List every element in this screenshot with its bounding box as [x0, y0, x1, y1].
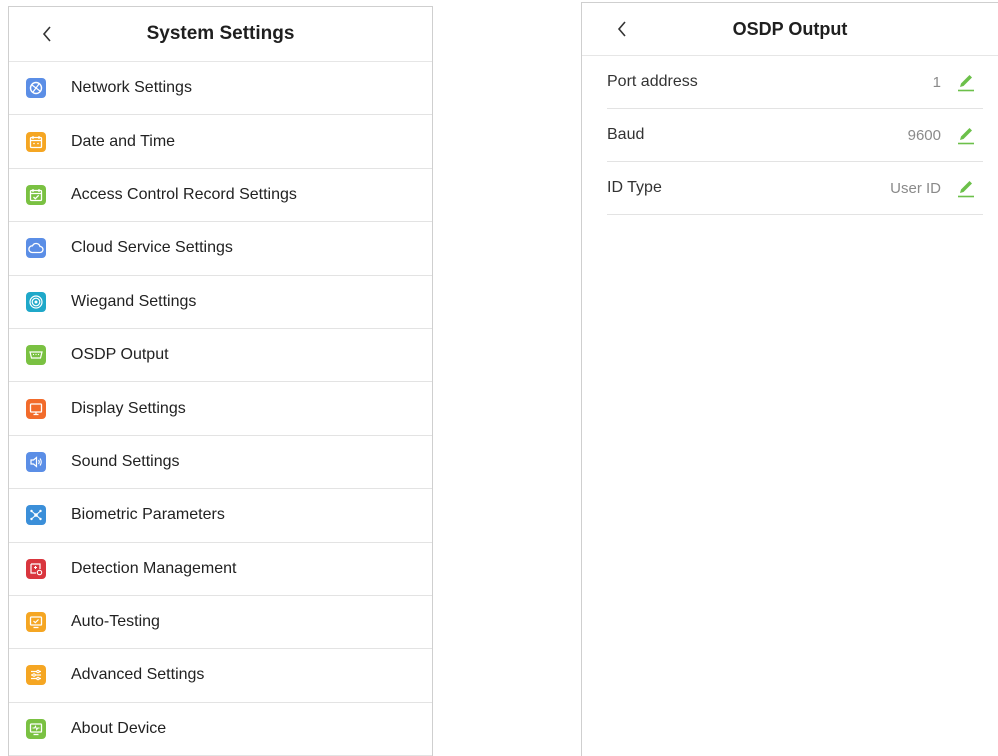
- id-type-row[interactable]: ID Type User ID: [607, 162, 983, 215]
- menu-item-label: Advanced Settings: [71, 666, 205, 684]
- advanced-settings-icon: [26, 665, 46, 686]
- osdp-output-panel: OSDP Output Port address 1 Baud 9600 ID …: [581, 2, 998, 756]
- id-type-value: User ID: [890, 179, 941, 197]
- biometric-icon: [26, 505, 46, 526]
- port-address-value: 1: [932, 73, 941, 91]
- menu-item-label: OSDP Output: [71, 346, 169, 364]
- auto-testing-icon: [26, 612, 46, 633]
- settings-list: Network Settings Date and Time Access Co…: [9, 62, 432, 756]
- cloud-icon: [26, 238, 46, 259]
- menu-item-label: Display Settings: [71, 399, 186, 417]
- system-settings-header: System Settings: [9, 7, 432, 62]
- menu-item-display-settings[interactable]: Display Settings: [9, 382, 432, 436]
- menu-item-label: Detection Management: [71, 559, 237, 577]
- baud-value: 9600: [907, 126, 941, 144]
- osdp-icon: [26, 345, 46, 366]
- baud-row[interactable]: Baud 9600: [607, 109, 983, 162]
- baud-label: Baud: [607, 126, 645, 143]
- network-icon: [26, 78, 46, 99]
- about-device-icon: [26, 718, 46, 739]
- menu-item-label: Auto-Testing: [71, 613, 160, 631]
- pencil-icon[interactable]: [955, 71, 977, 93]
- port-address-row[interactable]: Port address 1: [607, 56, 983, 109]
- menu-item-detection-management[interactable]: Detection Management: [9, 543, 432, 596]
- wiegand-icon: [26, 291, 46, 312]
- pencil-icon[interactable]: [955, 124, 977, 146]
- menu-item-about-device[interactable]: About Device: [9, 703, 432, 756]
- pencil-icon[interactable]: [955, 177, 977, 199]
- menu-item-label: Access Control Record Settings: [71, 185, 297, 203]
- display-icon: [26, 398, 46, 419]
- menu-item-osdp-output[interactable]: OSDP Output: [9, 329, 432, 383]
- menu-item-advanced-settings[interactable]: Advanced Settings: [9, 649, 432, 703]
- system-settings-panel: System Settings Network Settings Date an…: [8, 6, 433, 756]
- port-address-label: Port address: [607, 73, 698, 90]
- detection-icon: [26, 558, 46, 579]
- sound-icon: [26, 451, 46, 472]
- menu-item-label: About Device: [71, 719, 167, 737]
- menu-item-biometric-parameters[interactable]: Biometric Parameters: [9, 489, 432, 543]
- id-type-label: ID Type: [607, 179, 662, 196]
- calendar-icon: [26, 131, 46, 152]
- menu-item-date-and-time[interactable]: Date and Time: [9, 115, 432, 169]
- menu-item-sound-settings[interactable]: Sound Settings: [9, 436, 432, 490]
- page-title: System Settings: [146, 23, 295, 44]
- menu-item-label: Date and Time: [71, 132, 176, 150]
- menu-item-label: Wiegand Settings: [71, 292, 197, 310]
- menu-item-wiegand-settings[interactable]: Wiegand Settings: [9, 276, 432, 329]
- calendar-check-icon: [26, 184, 46, 205]
- menu-item-cloud-service-settings[interactable]: Cloud Service Settings: [9, 222, 432, 276]
- menu-item-network-settings[interactable]: Network Settings: [9, 62, 432, 116]
- osdp-output-header: OSDP Output: [582, 3, 998, 56]
- menu-item-label: Biometric Parameters: [71, 506, 225, 524]
- page-title: OSDP Output: [732, 18, 848, 39]
- menu-item-auto-testing[interactable]: Auto-Testing: [9, 596, 432, 650]
- menu-item-access-control-record-settings[interactable]: Access Control Record Settings: [9, 169, 432, 223]
- osdp-settings-list: Port address 1 Baud 9600 ID Type User ID: [582, 56, 998, 215]
- menu-item-label: Network Settings: [71, 79, 192, 97]
- menu-item-label: Sound Settings: [71, 452, 180, 470]
- menu-item-label: Cloud Service Settings: [71, 239, 233, 257]
